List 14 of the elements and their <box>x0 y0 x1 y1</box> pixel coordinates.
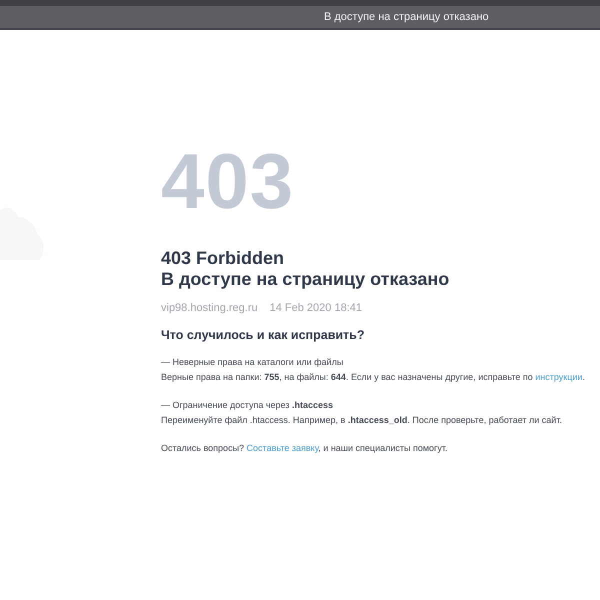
cause-text: Переименуйте файл .htaccess. Например, в .htaccess_old. После проверьте, работает ли сайт. <box>161 414 562 427</box>
request-link[interactable]: Составьте заявку <box>246 443 318 453</box>
host-name: vip98.hosting.reg.ru <box>161 302 258 314</box>
footer-text: Остались вопросы? Составьте заявку, и наши специалисты помогут. <box>161 442 448 455</box>
cause-text: Верные права на папки: 755, на файлы: 644. Если у вас назначены другие, исправьте по инструкции. <box>161 371 585 384</box>
instructions-link[interactable]: инструкции <box>535 372 582 382</box>
heading: 403 Forbidden <box>161 248 284 269</box>
heading: В доступе на страницу отказано <box>161 269 450 290</box>
cause-title: — Ограничение доступа через .htaccess <box>161 399 334 412</box>
subheading: Что случилось и как исправить? <box>161 328 365 342</box>
error-code: 403 <box>161 142 294 220</box>
window-title: В доступе на страницу отказано <box>324 11 489 23</box>
cause-title: — Неверные права на каталоги или файлы <box>161 356 344 369</box>
date-time: 14 Feb 2020 18:41 <box>270 302 362 314</box>
